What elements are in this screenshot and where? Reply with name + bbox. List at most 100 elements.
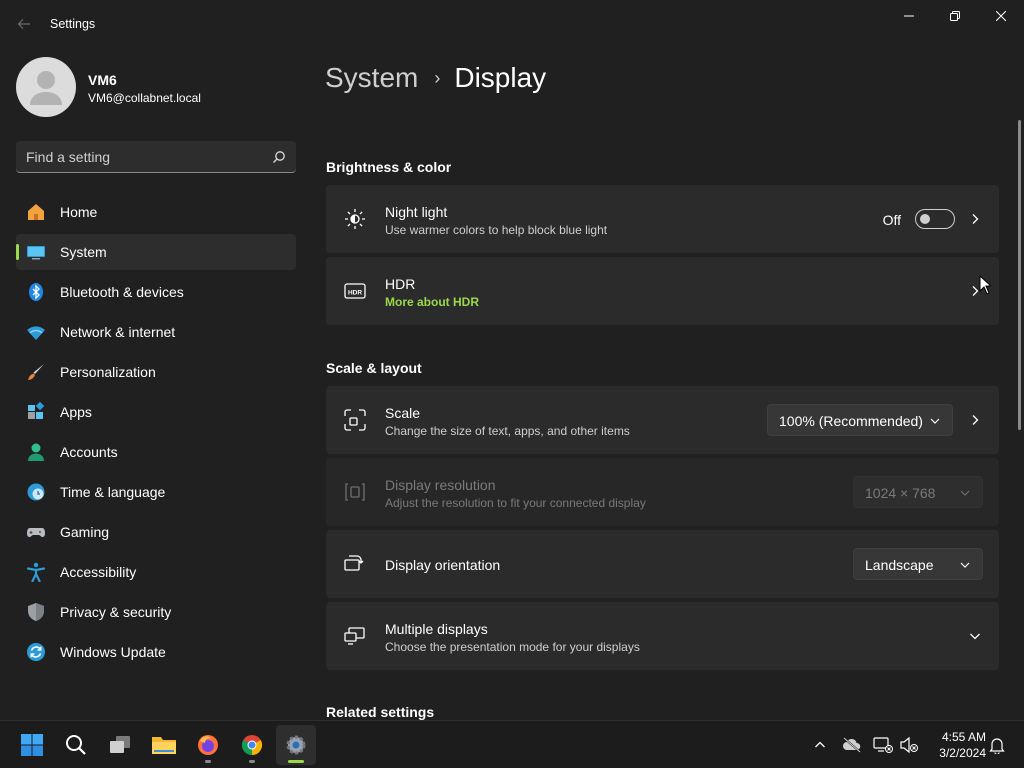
resolution-title: Display resolution: [385, 477, 496, 493]
search-icon[interactable]: [272, 150, 286, 164]
title-bar: Settings: [0, 0, 1024, 48]
sidebar-item-label: Apps: [60, 404, 92, 420]
file-explorer-button[interactable]: [144, 725, 184, 765]
sidebar-item-label: Time & language: [60, 484, 166, 500]
chevron-up-icon: [815, 741, 825, 748]
sidebar-item-windows-update[interactable]: Windows Update: [16, 634, 296, 670]
multiple-displays-icon: [344, 625, 366, 647]
running-indicator: [288, 760, 304, 763]
night-light-icon: [344, 208, 366, 230]
onedrive-tray[interactable]: [840, 733, 864, 757]
avatar[interactable]: [16, 57, 76, 117]
task-view-button[interactable]: [100, 725, 140, 765]
sidebar-item-personalization[interactable]: Personalization: [16, 354, 296, 390]
user-avatar-icon: [30, 71, 62, 105]
bell-icon: [989, 738, 1005, 754]
breadcrumb-separator: ›: [434, 67, 441, 88]
sidebar-item-label: Bluetooth & devices: [60, 284, 184, 300]
chevron-down-icon[interactable]: [969, 630, 981, 642]
settings-app-button[interactable]: [276, 725, 316, 765]
chevron-right-icon: [972, 214, 979, 224]
back-arrow-icon: [17, 19, 30, 29]
resolution-value: 1024 × 768: [865, 485, 936, 501]
night-light-title: Night light: [385, 204, 448, 220]
sidebar-item-label: Privacy & security: [60, 604, 172, 620]
sidebar-nav: Home System Bluetooth & devices Network …: [16, 194, 296, 674]
network-tray[interactable]: [871, 733, 895, 757]
sidebar-item-network[interactable]: Network & internet: [16, 314, 296, 350]
file-explorer-icon: [152, 737, 176, 754]
close-button[interactable]: [978, 0, 1024, 32]
brush-icon: [26, 362, 46, 382]
chrome-icon: [241, 735, 263, 756]
breadcrumb: System › Display: [325, 58, 546, 98]
resolution-subtitle: Adjust the resolution to fit your connec…: [385, 496, 646, 510]
chevron-down-icon: [960, 562, 970, 568]
bluetooth-icon: [26, 282, 46, 302]
scale-value: 100% (Recommended): [779, 413, 923, 429]
search-input[interactable]: [26, 141, 266, 172]
restore-button[interactable]: [932, 0, 978, 32]
chevron-down-icon: [930, 418, 940, 424]
sidebar-item-label: Windows Update: [60, 644, 166, 660]
volume-muted-icon: [900, 736, 918, 754]
apps-icon: [26, 402, 46, 422]
multiple-displays-subtitle: Choose the presentation mode for your di…: [385, 640, 640, 654]
update-icon: [26, 642, 46, 662]
sidebar-item-accounts[interactable]: Accounts: [16, 434, 296, 470]
page-title: Display: [454, 62, 547, 93]
sidebar-item-system[interactable]: System: [16, 234, 296, 270]
chevron-right-icon[interactable]: [969, 414, 981, 426]
taskbar-search[interactable]: [56, 725, 96, 765]
mouse-cursor-icon: [979, 275, 991, 295]
app-title: Settings: [50, 17, 96, 31]
night-light-card[interactable]: Night light Use warmer colors to help bl…: [326, 185, 999, 253]
sidebar-item-privacy-security[interactable]: Privacy & security: [16, 594, 296, 630]
running-indicator: [205, 760, 211, 763]
start-button[interactable]: [12, 725, 52, 765]
settings-icon: [286, 735, 306, 755]
orientation-dropdown[interactable]: Landscape: [853, 548, 983, 580]
user-name: VM6: [88, 72, 117, 88]
scale-card[interactable]: Scale Change the size of text, apps, and…: [326, 386, 999, 454]
sidebar-item-home[interactable]: Home: [16, 194, 296, 230]
restore-icon: [950, 11, 960, 21]
volume-tray[interactable]: [897, 733, 921, 757]
sidebar-item-label: Accessibility: [60, 564, 137, 580]
active-indicator: [16, 244, 19, 260]
minimize-button[interactable]: [886, 0, 932, 32]
sidebar-item-apps[interactable]: Apps: [16, 394, 296, 430]
sidebar-item-label: Gaming: [60, 524, 110, 540]
sidebar-item-time-language[interactable]: Time & language: [16, 474, 296, 510]
running-indicator: [249, 760, 255, 763]
sidebar-item-accessibility[interactable]: Accessibility: [16, 554, 296, 590]
scrollbar[interactable]: [1018, 120, 1021, 430]
sidebar-item-bluetooth[interactable]: Bluetooth & devices: [16, 274, 296, 310]
breadcrumb-parent[interactable]: System: [325, 62, 418, 94]
show-hidden-icons-button[interactable]: [808, 733, 832, 757]
scale-dropdown[interactable]: 100% (Recommended): [767, 404, 953, 436]
back-button[interactable]: [12, 12, 36, 36]
clock-date: 3/2/2024: [939, 746, 986, 760]
clock-globe-icon: [26, 482, 46, 502]
chrome-button[interactable]: [232, 725, 272, 765]
orientation-card: Display orientation Landscape: [326, 530, 999, 598]
close-icon: [996, 11, 1006, 21]
orientation-value: Landscape: [865, 557, 934, 573]
notifications-button[interactable]: [985, 733, 1009, 757]
section-title-scale-layout: Scale & layout: [326, 360, 422, 376]
night-light-state: Off: [882, 212, 901, 228]
taskbar: 4:55 AM 3/2/2024: [0, 720, 1024, 768]
multiple-displays-card[interactable]: Multiple displays Choose the presentatio…: [326, 602, 999, 670]
scale-icon: [344, 409, 366, 431]
night-light-toggle[interactable]: [915, 209, 955, 229]
sidebar-item-gaming[interactable]: Gaming: [16, 514, 296, 550]
section-title-related: Related settings: [326, 704, 435, 720]
taskbar-clock[interactable]: 4:55 AM 3/2/2024: [928, 729, 986, 761]
night-light-subtitle: Use warmer colors to help block blue lig…: [385, 223, 608, 237]
sidebar-item-label: Personalization: [60, 364, 156, 380]
hdr-card[interactable]: HDR HDR More about HDR: [326, 257, 999, 325]
firefox-button[interactable]: [188, 725, 228, 765]
sidebar-item-label: Network & internet: [60, 324, 176, 340]
hdr-more-link[interactable]: More about HDR: [385, 295, 479, 309]
